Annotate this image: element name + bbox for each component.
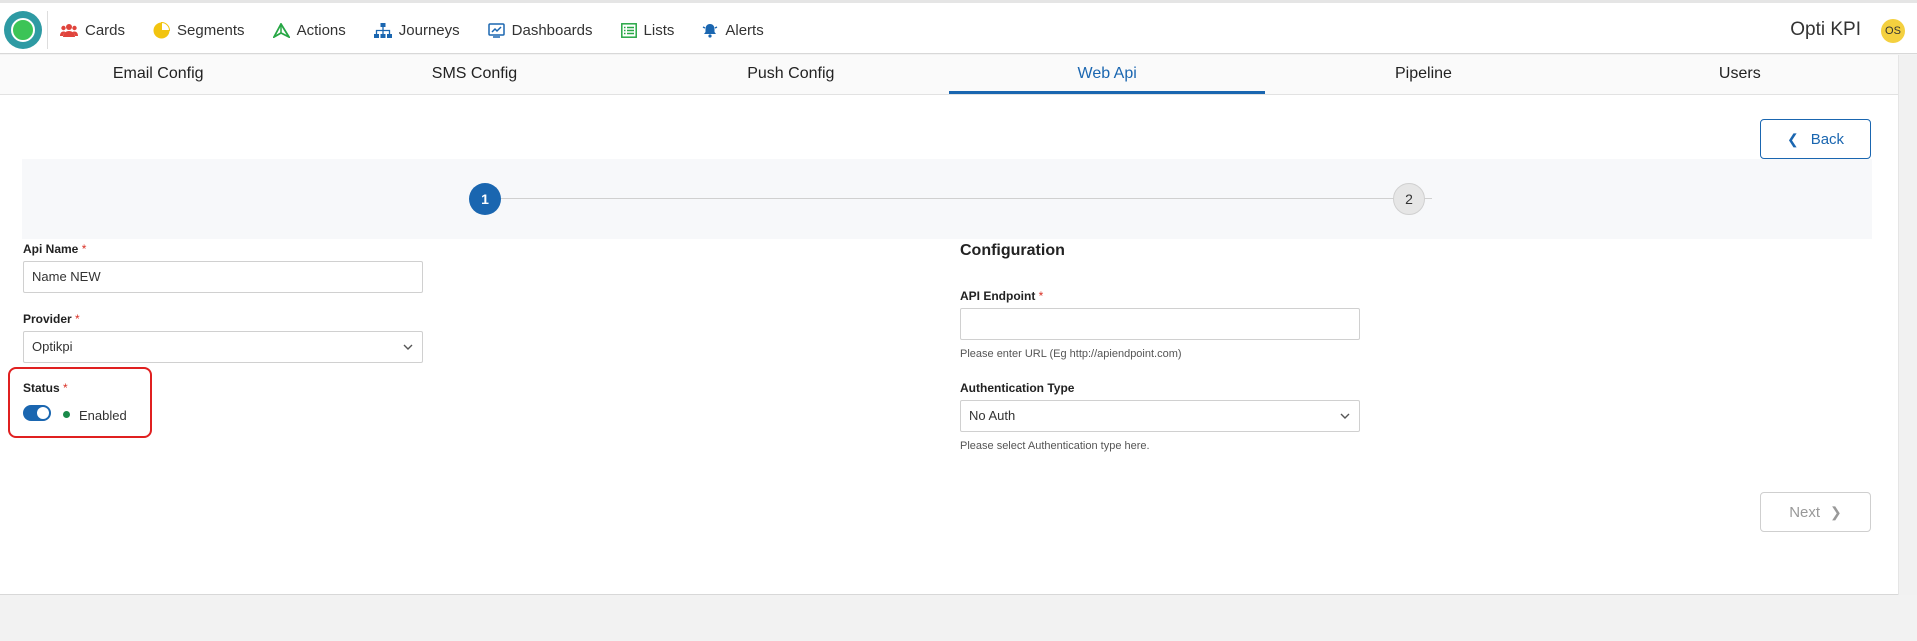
nav-item-journeys[interactable]: Journeys xyxy=(373,21,460,39)
configuration-title: Configuration xyxy=(960,242,1065,259)
nav-item-dashboards[interactable]: Dashboards xyxy=(487,21,593,39)
tab-email-config[interactable]: Email Config xyxy=(0,55,316,94)
nav-item-lists[interactable]: Lists xyxy=(620,21,675,39)
vertical-scrollbar[interactable] xyxy=(1898,55,1917,595)
sitemap-icon xyxy=(373,22,392,38)
auth-type-select[interactable]: No Auth xyxy=(960,400,1360,432)
chevron-left-icon: ❮ xyxy=(1786,130,1799,147)
tab-pipeline[interactable]: Pipeline xyxy=(1265,55,1581,94)
provider-label: Provider * xyxy=(23,312,80,326)
tab-sms-config[interactable]: SMS Config xyxy=(316,55,632,94)
api-endpoint-hint: Please enter URL (Eg http://apiendpoint.… xyxy=(960,348,1182,360)
top-navbar: Cards Segments Actions Journeys Dashboar… xyxy=(0,0,1917,54)
logo-divider xyxy=(47,11,48,49)
status-value: Enabled xyxy=(79,408,127,423)
main-content: Email Config SMS Config Push Config Web … xyxy=(0,55,1898,595)
api-endpoint-label: API Endpoint * xyxy=(960,289,1044,303)
back-button[interactable]: ❮ Back xyxy=(1760,119,1871,159)
status-label: Status * xyxy=(23,381,68,395)
config-tabs: Email Config SMS Config Push Config Web … xyxy=(0,55,1898,95)
status-highlight xyxy=(8,367,152,438)
chevron-right-icon: ❯ xyxy=(1830,503,1842,520)
next-label: Next xyxy=(1789,503,1821,521)
bell-icon xyxy=(703,24,718,38)
stepper-line xyxy=(492,198,1432,199)
main-nav: Cards Segments Actions Journeys Dashboar… xyxy=(60,3,792,57)
status-toggle[interactable] xyxy=(23,405,51,421)
nav-label: Journeys xyxy=(398,21,460,39)
dashboard-icon xyxy=(487,22,505,38)
brand-name: Opti KPI xyxy=(1790,19,1861,40)
nav-label: Dashboards xyxy=(511,21,593,39)
tab-users[interactable]: Users xyxy=(1582,55,1898,94)
nav-label: Alerts xyxy=(725,21,764,39)
stepper: 1 2 xyxy=(22,159,1872,239)
nav-label: Actions xyxy=(296,21,346,39)
pie-chart-icon xyxy=(153,21,171,38)
chevron-down-icon xyxy=(1340,413,1350,419)
nav-item-actions[interactable]: Actions xyxy=(272,21,346,39)
list-icon xyxy=(620,22,637,38)
nav-label: Cards xyxy=(85,21,126,39)
status-dot xyxy=(63,411,70,418)
chevron-down-icon xyxy=(403,344,413,350)
nav-label: Segments xyxy=(177,21,245,39)
api-name-input[interactable]: Name NEW xyxy=(23,261,423,293)
step-1[interactable]: 1 xyxy=(469,183,501,215)
nav-label: Lists xyxy=(643,21,675,39)
provider-select[interactable]: Optikpi xyxy=(23,331,423,363)
user-avatar[interactable]: OS xyxy=(1881,19,1905,43)
auth-type-hint: Please select Authentication type here. xyxy=(960,440,1150,452)
tab-push-config[interactable]: Push Config xyxy=(633,55,949,94)
send-icon xyxy=(272,22,290,38)
tab-web-api[interactable]: Web Api xyxy=(948,55,1266,94)
next-button[interactable]: Next ❯ xyxy=(1760,492,1871,532)
auth-type-value: No Auth xyxy=(969,408,1016,423)
api-name-label: Api Name * xyxy=(23,242,87,256)
api-endpoint-input[interactable] xyxy=(960,308,1360,340)
nav-item-segments[interactable]: Segments xyxy=(153,21,245,39)
back-label: Back xyxy=(1810,130,1845,148)
provider-value: Optikpi xyxy=(32,339,73,354)
step-2[interactable]: 2 xyxy=(1393,183,1425,215)
auth-type-label: Authentication Type xyxy=(960,381,1075,395)
app-logo[interactable] xyxy=(4,11,42,49)
users-icon xyxy=(60,24,78,37)
nav-item-cards[interactable]: Cards xyxy=(60,22,125,39)
nav-item-alerts[interactable]: Alerts xyxy=(702,21,764,39)
